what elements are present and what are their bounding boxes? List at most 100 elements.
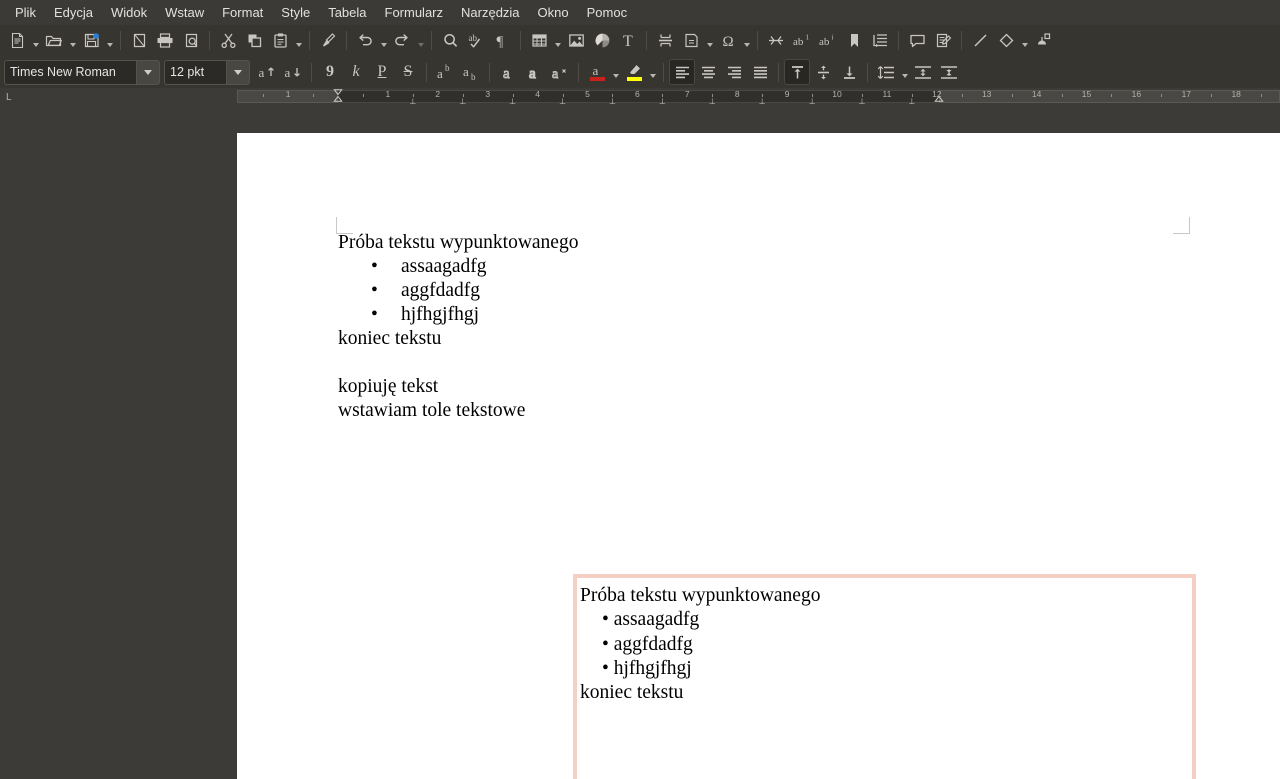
ruler-tab-stop[interactable]: ⊥	[609, 98, 616, 106]
basic-shapes-button[interactable]	[993, 28, 1019, 54]
ruler-tab-stop[interactable]: ⊥	[459, 98, 466, 106]
font-size-input[interactable]: 12 pkt	[164, 59, 226, 85]
ruler-tab-stop[interactable]: ⊥	[659, 98, 666, 106]
export-pdf-button[interactable]	[126, 28, 152, 54]
insert-table-dropdown[interactable]	[552, 28, 563, 54]
menu-item-widok[interactable]: Widok	[102, 2, 156, 24]
align-left-button[interactable]	[669, 59, 695, 85]
bookmark-button[interactable]	[841, 28, 867, 54]
increase-paragraph-spacing-button[interactable]	[910, 59, 936, 85]
show-draw-functions-button[interactable]	[1030, 28, 1056, 54]
highlight-color-dropdown[interactable]	[647, 59, 658, 85]
menu-item-formularz[interactable]: Formularz	[376, 2, 453, 24]
insert-footnote-button[interactable]	[763, 28, 789, 54]
line-spacing-button[interactable]	[873, 59, 899, 85]
italic-button[interactable]: k	[343, 59, 369, 85]
clear-formatting-button[interactable]: a	[547, 59, 573, 85]
document-body-text[interactable]: Próba tekstu wypunktowanego • assaagadfg • a…	[338, 231, 1178, 423]
underline-button[interactable]: P	[369, 59, 395, 85]
insert-field-dropdown[interactable]	[704, 28, 715, 54]
redo-dropdown[interactable]	[415, 28, 426, 54]
paste-button[interactable]	[267, 28, 293, 54]
menu-item-wstaw[interactable]: Wstaw	[156, 2, 213, 24]
decrease-paragraph-spacing-button[interactable]	[936, 59, 962, 85]
align-center-button[interactable]	[695, 59, 721, 85]
ruler-tab-stop[interactable]: ⊥	[509, 98, 516, 106]
menu-item-style[interactable]: Style	[272, 2, 319, 24]
center-vertically-button[interactable]	[810, 59, 836, 85]
decrease-font-size-button[interactable]: a	[280, 59, 306, 85]
paste-dropdown[interactable]	[293, 28, 304, 54]
text-box-paragraph[interactable]: koniec tekstu	[580, 681, 1184, 705]
insert-endnote-button[interactable]: ab 1	[789, 28, 815, 54]
document-paragraph[interactable]: Próba tekstu wypunktowanego	[338, 231, 1178, 255]
right-indent-marker[interactable]	[934, 89, 945, 102]
bold-button[interactable]: 9	[317, 59, 343, 85]
font-size-dropdown-arrow[interactable]	[226, 59, 250, 85]
ruler-tab-stop[interactable]: ⊥	[759, 98, 766, 106]
align-right-button[interactable]	[721, 59, 747, 85]
text-box-content[interactable]: Próba tekstu wypunktowanego • assaagadfg •…	[577, 578, 1192, 705]
font-name-combo[interactable]: Times New Roman	[4, 59, 160, 85]
menu-item-pomoc[interactable]: Pomoc	[578, 2, 636, 24]
ruler-tab-stop[interactable]: ⊥	[409, 98, 416, 106]
menu-item-narzedzia[interactable]: Narzędzia	[452, 2, 529, 24]
tab-stop-selector[interactable]: L	[0, 88, 237, 106]
strikethrough-button[interactable]: S	[395, 59, 421, 85]
text-box-bullet-item[interactable]: • hjfhgjfhgj	[580, 657, 1184, 681]
left-indent-marker[interactable]	[333, 89, 343, 102]
subscript-button[interactable]: a b	[458, 59, 484, 85]
font-size-combo[interactable]: 12 pkt	[164, 59, 250, 85]
cross-reference-button[interactable]	[867, 28, 893, 54]
open-document-dropdown[interactable]	[67, 28, 78, 54]
menu-item-tabela[interactable]: Tabela	[319, 2, 375, 24]
insert-line-button[interactable]	[967, 28, 993, 54]
menu-item-plik[interactable]: Plik	[6, 2, 45, 24]
open-document-button[interactable]	[41, 28, 67, 54]
undo-dropdown[interactable]	[378, 28, 389, 54]
increase-font-size-button[interactable]: a	[254, 59, 280, 85]
text-box-bullet-item[interactable]: • assaagadfg	[580, 608, 1184, 632]
document-paragraph[interactable]: wstawiam tole tekstowe	[338, 399, 1178, 423]
text-box-paragraph[interactable]: Próba tekstu wypunktowanego	[580, 584, 1184, 608]
highlight-color-button[interactable]	[621, 59, 647, 85]
document-paragraph[interactable]: kopiuję tekst	[338, 375, 1178, 399]
cut-button[interactable]	[215, 28, 241, 54]
insert-endnote2-button[interactable]: ab i	[815, 28, 841, 54]
line-spacing-dropdown[interactable]	[899, 59, 910, 85]
basic-shapes-dropdown[interactable]	[1019, 28, 1030, 54]
insert-image-button[interactable]	[563, 28, 589, 54]
document-paragraph[interactable]: koniec tekstu	[338, 327, 1178, 351]
menu-item-okno[interactable]: Okno	[529, 2, 578, 24]
inserted-text-box[interactable]: Próba tekstu wypunktowanego • assaagadfg •…	[573, 574, 1196, 779]
ruler-tab-stop[interactable]: ⊥	[559, 98, 566, 106]
align-justified-button[interactable]	[747, 59, 773, 85]
track-changes-button[interactable]	[930, 28, 956, 54]
print-preview-button[interactable]	[178, 28, 204, 54]
text-box-bullet-item[interactable]: • aggfdadfg	[580, 633, 1184, 657]
insert-chart-button[interactable]	[589, 28, 615, 54]
insert-table-button[interactable]	[526, 28, 552, 54]
align-top-button[interactable]	[784, 59, 810, 85]
undo-button[interactable]	[352, 28, 378, 54]
align-bottom-button[interactable]	[836, 59, 862, 85]
document-page[interactable]: Próba tekstu wypunktowanego • assaagadfg • a…	[237, 133, 1280, 779]
special-character-dropdown[interactable]	[741, 28, 752, 54]
spelling-button[interactable]: ab	[463, 28, 489, 54]
formatting-marks-button[interactable]: ¶	[489, 28, 515, 54]
save-document-dropdown[interactable]	[104, 28, 115, 54]
menu-item-edycja[interactable]: Edycja	[45, 2, 102, 24]
new-document-dropdown[interactable]	[30, 28, 41, 54]
document-workspace[interactable]: Próba tekstu wypunktowanego • assaagadfg • a…	[0, 111, 1280, 779]
font-color-button[interactable]: a	[584, 59, 610, 85]
new-document-button[interactable]	[4, 28, 30, 54]
insert-comment-button[interactable]	[904, 28, 930, 54]
horizontal-ruler[interactable]: 1 1 ⊥ 2 ⊥ 3 ⊥ 4 ⊥ 5 ⊥ 6 ⊥ 7 ⊥ 8 ⊥ 9 ⊥ 10 ⊥ 11 ⊥ 12 13 14 15 16 17 18	[237, 88, 1280, 106]
font-name-dropdown-arrow[interactable]	[136, 59, 160, 85]
insert-textbox-button[interactable]: T	[615, 28, 641, 54]
copy-button[interactable]	[241, 28, 267, 54]
save-document-button[interactable]	[78, 28, 104, 54]
ruler-tab-stop[interactable]: ⊥	[908, 98, 915, 106]
document-bullet-item[interactable]: • assaagadfg	[338, 255, 1178, 279]
ruler-tab-stop[interactable]: ⊥	[809, 98, 816, 106]
